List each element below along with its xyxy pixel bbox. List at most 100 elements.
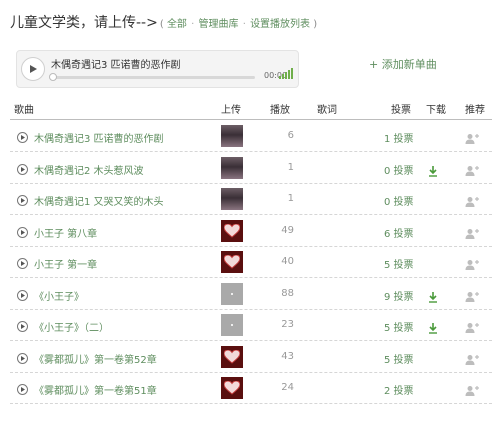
download-icon[interactable] bbox=[428, 288, 438, 307]
song-row: 小王子 第八章 49 6 投票 bbox=[10, 216, 492, 247]
play-count: 1 bbox=[287, 161, 294, 173]
vote-link[interactable]: 1 投票 bbox=[384, 130, 414, 145]
play-count: 24 bbox=[281, 382, 294, 393]
column-upload: 上传 bbox=[221, 105, 241, 116]
play-icon bbox=[21, 135, 25, 140]
page-header: 儿童文学类，请上传--> ( 全部 · 管理曲库 · 设置播放列表 ) bbox=[10, 12, 317, 34]
column-plays: 播放 bbox=[270, 105, 290, 116]
column-download: 下载 bbox=[426, 105, 446, 116]
vote-link[interactable]: 0 投票 bbox=[384, 193, 414, 208]
separator-dot: · bbox=[191, 19, 195, 30]
recommend-icon[interactable] bbox=[465, 351, 479, 370]
play-icon bbox=[21, 387, 25, 392]
recommend-icon[interactable] bbox=[465, 225, 479, 244]
close-paren: ) bbox=[313, 19, 318, 30]
song-title-link[interactable]: 木偶奇遇记1 又哭又笑的木头 bbox=[34, 193, 164, 208]
play-icon bbox=[21, 229, 25, 235]
volume-icon[interactable] bbox=[279, 67, 293, 79]
row-play-button[interactable] bbox=[17, 195, 28, 206]
song-title-link[interactable]: 《小王子》 bbox=[34, 288, 84, 303]
row-play-button[interactable] bbox=[17, 289, 28, 301]
link-manage-library[interactable]: 管理曲库 bbox=[199, 19, 239, 30]
uploader-avatar[interactable] bbox=[221, 282, 243, 305]
separator-dot: · bbox=[242, 19, 246, 30]
link-set-playlist[interactable]: 设置播放列表 bbox=[250, 19, 310, 30]
vote-link[interactable]: 5 投票 bbox=[384, 319, 414, 334]
row-play-button[interactable] bbox=[17, 226, 28, 238]
row-play-button[interactable] bbox=[17, 132, 28, 143]
uploader-avatar[interactable] bbox=[221, 345, 243, 368]
play-count: 40 bbox=[281, 256, 294, 267]
play-icon bbox=[21, 324, 25, 329]
vote-link[interactable]: 6 投票 bbox=[384, 225, 414, 240]
recommend-icon[interactable] bbox=[465, 162, 479, 181]
row-play-button[interactable] bbox=[17, 352, 28, 364]
play-icon bbox=[21, 355, 25, 361]
play-count: 23 bbox=[281, 319, 294, 330]
song-row: 木偶奇遇记3 匹诺曹的恶作剧 6 1 投票 bbox=[10, 121, 492, 152]
play-count: 43 bbox=[281, 350, 294, 362]
recommend-icon[interactable] bbox=[465, 319, 479, 338]
song-row: 《小王子》 88 9 投票 bbox=[10, 279, 492, 310]
play-count: 1 bbox=[287, 193, 294, 204]
uploader-avatar[interactable] bbox=[221, 125, 243, 147]
song-row: 《雾都孤儿》第一卷第51章 24 2 投票 bbox=[10, 373, 492, 404]
row-play-button[interactable] bbox=[17, 384, 28, 395]
play-count: 6 bbox=[287, 130, 294, 141]
column-lyrics: 歌词 bbox=[317, 105, 337, 116]
vote-link[interactable]: 2 投票 bbox=[384, 382, 414, 397]
song-title-link[interactable]: 小王子 第一章 bbox=[34, 256, 97, 271]
open-paren: ( bbox=[159, 19, 164, 30]
song-title-link[interactable]: 小王子 第八章 bbox=[34, 225, 97, 240]
song-title-link[interactable]: 木偶奇遇记2 木头惹风波 bbox=[34, 162, 144, 177]
play-icon bbox=[21, 261, 25, 266]
play-count: 49 bbox=[281, 224, 294, 236]
audio-player: 木偶奇遇记3 匹诺曹的恶作剧 00:00 bbox=[16, 50, 299, 88]
vote-link[interactable]: 5 投票 bbox=[384, 351, 414, 366]
download-icon[interactable] bbox=[428, 162, 438, 181]
download-icon[interactable] bbox=[428, 319, 438, 338]
header-divider bbox=[10, 119, 492, 120]
play-count: 88 bbox=[281, 287, 294, 299]
song-title-link[interactable]: 《小王子》（二） bbox=[34, 319, 109, 334]
player-progress-bar[interactable] bbox=[49, 73, 255, 81]
vote-link[interactable]: 5 投票 bbox=[384, 256, 414, 271]
row-play-button[interactable] bbox=[17, 163, 28, 175]
column-recommend: 推荐 bbox=[465, 105, 485, 116]
vote-link[interactable]: 0 投票 bbox=[384, 162, 414, 177]
recommend-icon[interactable] bbox=[465, 288, 479, 307]
song-row: 木偶奇遇记1 又哭又笑的木头 1 0 投票 bbox=[10, 184, 492, 215]
song-row: 小王子 第一章 40 5 投票 bbox=[10, 247, 492, 278]
uploader-avatar[interactable] bbox=[221, 251, 243, 273]
song-title-link[interactable]: 木偶奇遇记3 匹诺曹的恶作剧 bbox=[34, 130, 164, 145]
row-play-button[interactable] bbox=[17, 321, 28, 332]
player-progress-knob[interactable] bbox=[49, 73, 57, 81]
play-icon bbox=[21, 166, 25, 172]
play-icon bbox=[30, 65, 37, 73]
recommend-icon[interactable] bbox=[465, 256, 479, 275]
link-all[interactable]: 全部 bbox=[167, 19, 187, 30]
recommend-icon[interactable] bbox=[465, 130, 479, 149]
row-play-button[interactable] bbox=[17, 258, 28, 269]
player-track-name: 木偶奇遇记3 匹诺曹的恶作剧 bbox=[51, 60, 181, 71]
uploader-avatar[interactable] bbox=[221, 377, 243, 399]
add-song-link[interactable]: + 添加新单曲 bbox=[369, 56, 437, 72]
column-song: 歌曲 bbox=[14, 105, 34, 116]
song-title-link[interactable]: 《雾都孤儿》第一卷第51章 bbox=[34, 382, 157, 397]
uploader-avatar[interactable] bbox=[221, 156, 243, 179]
song-title-link[interactable]: 《雾都孤儿》第一卷第52章 bbox=[34, 351, 157, 366]
recommend-icon[interactable] bbox=[465, 382, 479, 401]
play-icon bbox=[21, 292, 25, 298]
song-row: 木偶奇遇记2 木头惹风波 1 0 投票 bbox=[10, 153, 492, 184]
song-row: 《雾都孤儿》第一卷第52章 43 5 投票 bbox=[10, 342, 492, 373]
uploader-avatar[interactable] bbox=[221, 188, 243, 210]
vote-link[interactable]: 9 投票 bbox=[384, 288, 414, 303]
column-votes: 投票 bbox=[391, 105, 411, 116]
page-title: 儿童文学类，请上传--> bbox=[10, 15, 158, 31]
header-links: ( 全部 · 管理曲库 · 设置播放列表 ) bbox=[160, 15, 317, 30]
play-icon bbox=[21, 198, 25, 203]
uploader-avatar[interactable] bbox=[221, 314, 243, 336]
player-play-button[interactable] bbox=[21, 57, 45, 81]
recommend-icon[interactable] bbox=[465, 193, 479, 212]
uploader-avatar[interactable] bbox=[221, 219, 243, 242]
